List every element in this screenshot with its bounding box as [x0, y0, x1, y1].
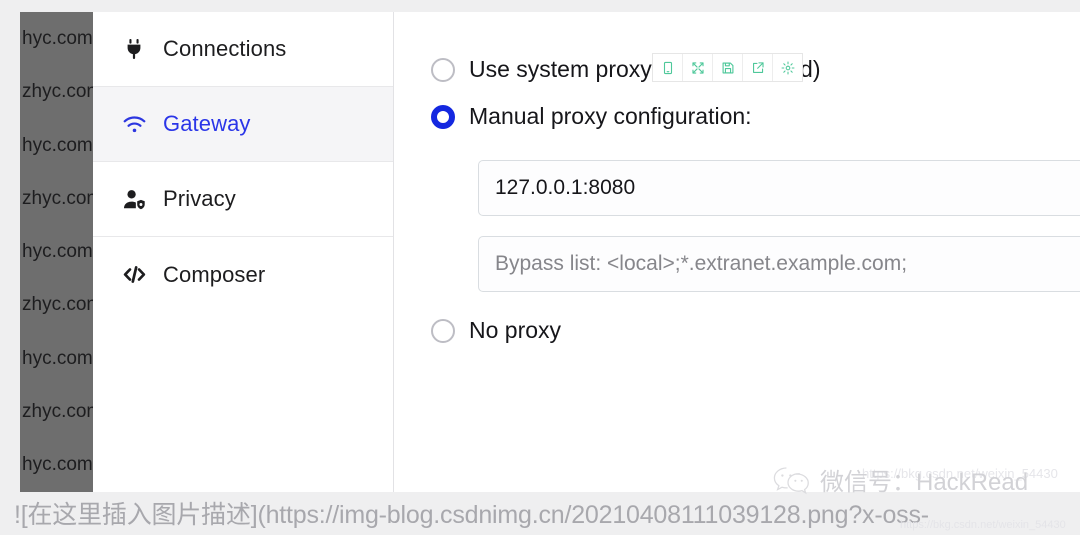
sidebar-item-composer[interactable]: Composer	[93, 237, 393, 312]
sidebar-item-label: Privacy	[163, 186, 236, 211]
save-icon[interactable]	[713, 54, 743, 81]
background-list-row: hyc.com	[22, 28, 93, 49]
background-list-row: zhyc.com	[22, 81, 93, 103]
option-manual-proxy[interactable]: Manual proxy configuration:	[431, 103, 1080, 130]
sidebar-item-privacy[interactable]: Privacy	[93, 162, 393, 237]
proxy-address-value: 127.0.0.1:8080	[495, 176, 636, 199]
code-icon	[121, 262, 147, 288]
sidebar-item-gateway[interactable]: Gateway	[93, 87, 393, 162]
radio-manual-proxy[interactable]	[431, 104, 455, 129]
screenshot-root: hyc.com zhyc.com hyc.com zhyc.com hyc.co…	[0, 0, 1080, 535]
background-list-row: hyc.com	[22, 134, 93, 156]
sidebar-item-label: Connections	[163, 36, 287, 61]
settings-panel: Connections Gateway Privacy Composer Use…	[93, 12, 1080, 492]
markdown-image-url: ![在这里插入图片描述](https://img-blog.csdnimg.cn…	[14, 501, 929, 529]
device-preview-icon[interactable]	[653, 54, 683, 81]
sidebar-item-label: Gateway	[163, 111, 251, 136]
sidebar-item-label: Composer	[163, 261, 266, 287]
floating-toolbar[interactable]	[652, 53, 803, 82]
settings-sidebar: Connections Gateway Privacy Composer	[93, 12, 394, 492]
share-icon[interactable]	[743, 54, 773, 81]
radio-use-system-proxy[interactable]	[431, 57, 455, 82]
gear-icon[interactable]	[773, 54, 802, 81]
background-list-strip: hyc.com zhyc.com hyc.com zhyc.com hyc.co…	[20, 12, 93, 492]
fullscreen-icon[interactable]	[683, 54, 713, 81]
bypass-list-placeholder: Bypass list: <local>;*.extranet.example.…	[495, 252, 908, 275]
background-list-row: zhyc.com	[22, 401, 93, 423]
background-list-row: hyc.com	[22, 454, 93, 476]
background-list-row: zhyc.com	[22, 187, 93, 209]
plug-icon	[121, 36, 147, 62]
background-list-row: hyc.com	[22, 347, 93, 369]
footer-bar: ![在这里插入图片描述](https://img-blog.csdnimg.cn…	[0, 492, 1080, 535]
user-shield-icon	[121, 186, 147, 212]
radio-no-proxy[interactable]	[431, 318, 455, 343]
background-list-row: zhyc.com	[22, 294, 93, 316]
proxy-address-input[interactable]: 127.0.0.1:8080	[478, 160, 1080, 216]
option-no-proxy[interactable]: No proxy	[431, 317, 1080, 344]
option-label: Manual proxy configuration:	[469, 103, 752, 129]
sidebar-item-connections[interactable]: Connections	[93, 12, 393, 87]
background-list-row: hyc.com	[22, 241, 93, 263]
bypass-list-input[interactable]: Bypass list: <local>;*.extranet.example.…	[478, 236, 1080, 292]
wifi-icon	[121, 111, 147, 137]
gateway-settings-content: Use system proxy (recommended) Manual pr…	[394, 12, 1080, 492]
option-label: No proxy	[469, 317, 562, 343]
